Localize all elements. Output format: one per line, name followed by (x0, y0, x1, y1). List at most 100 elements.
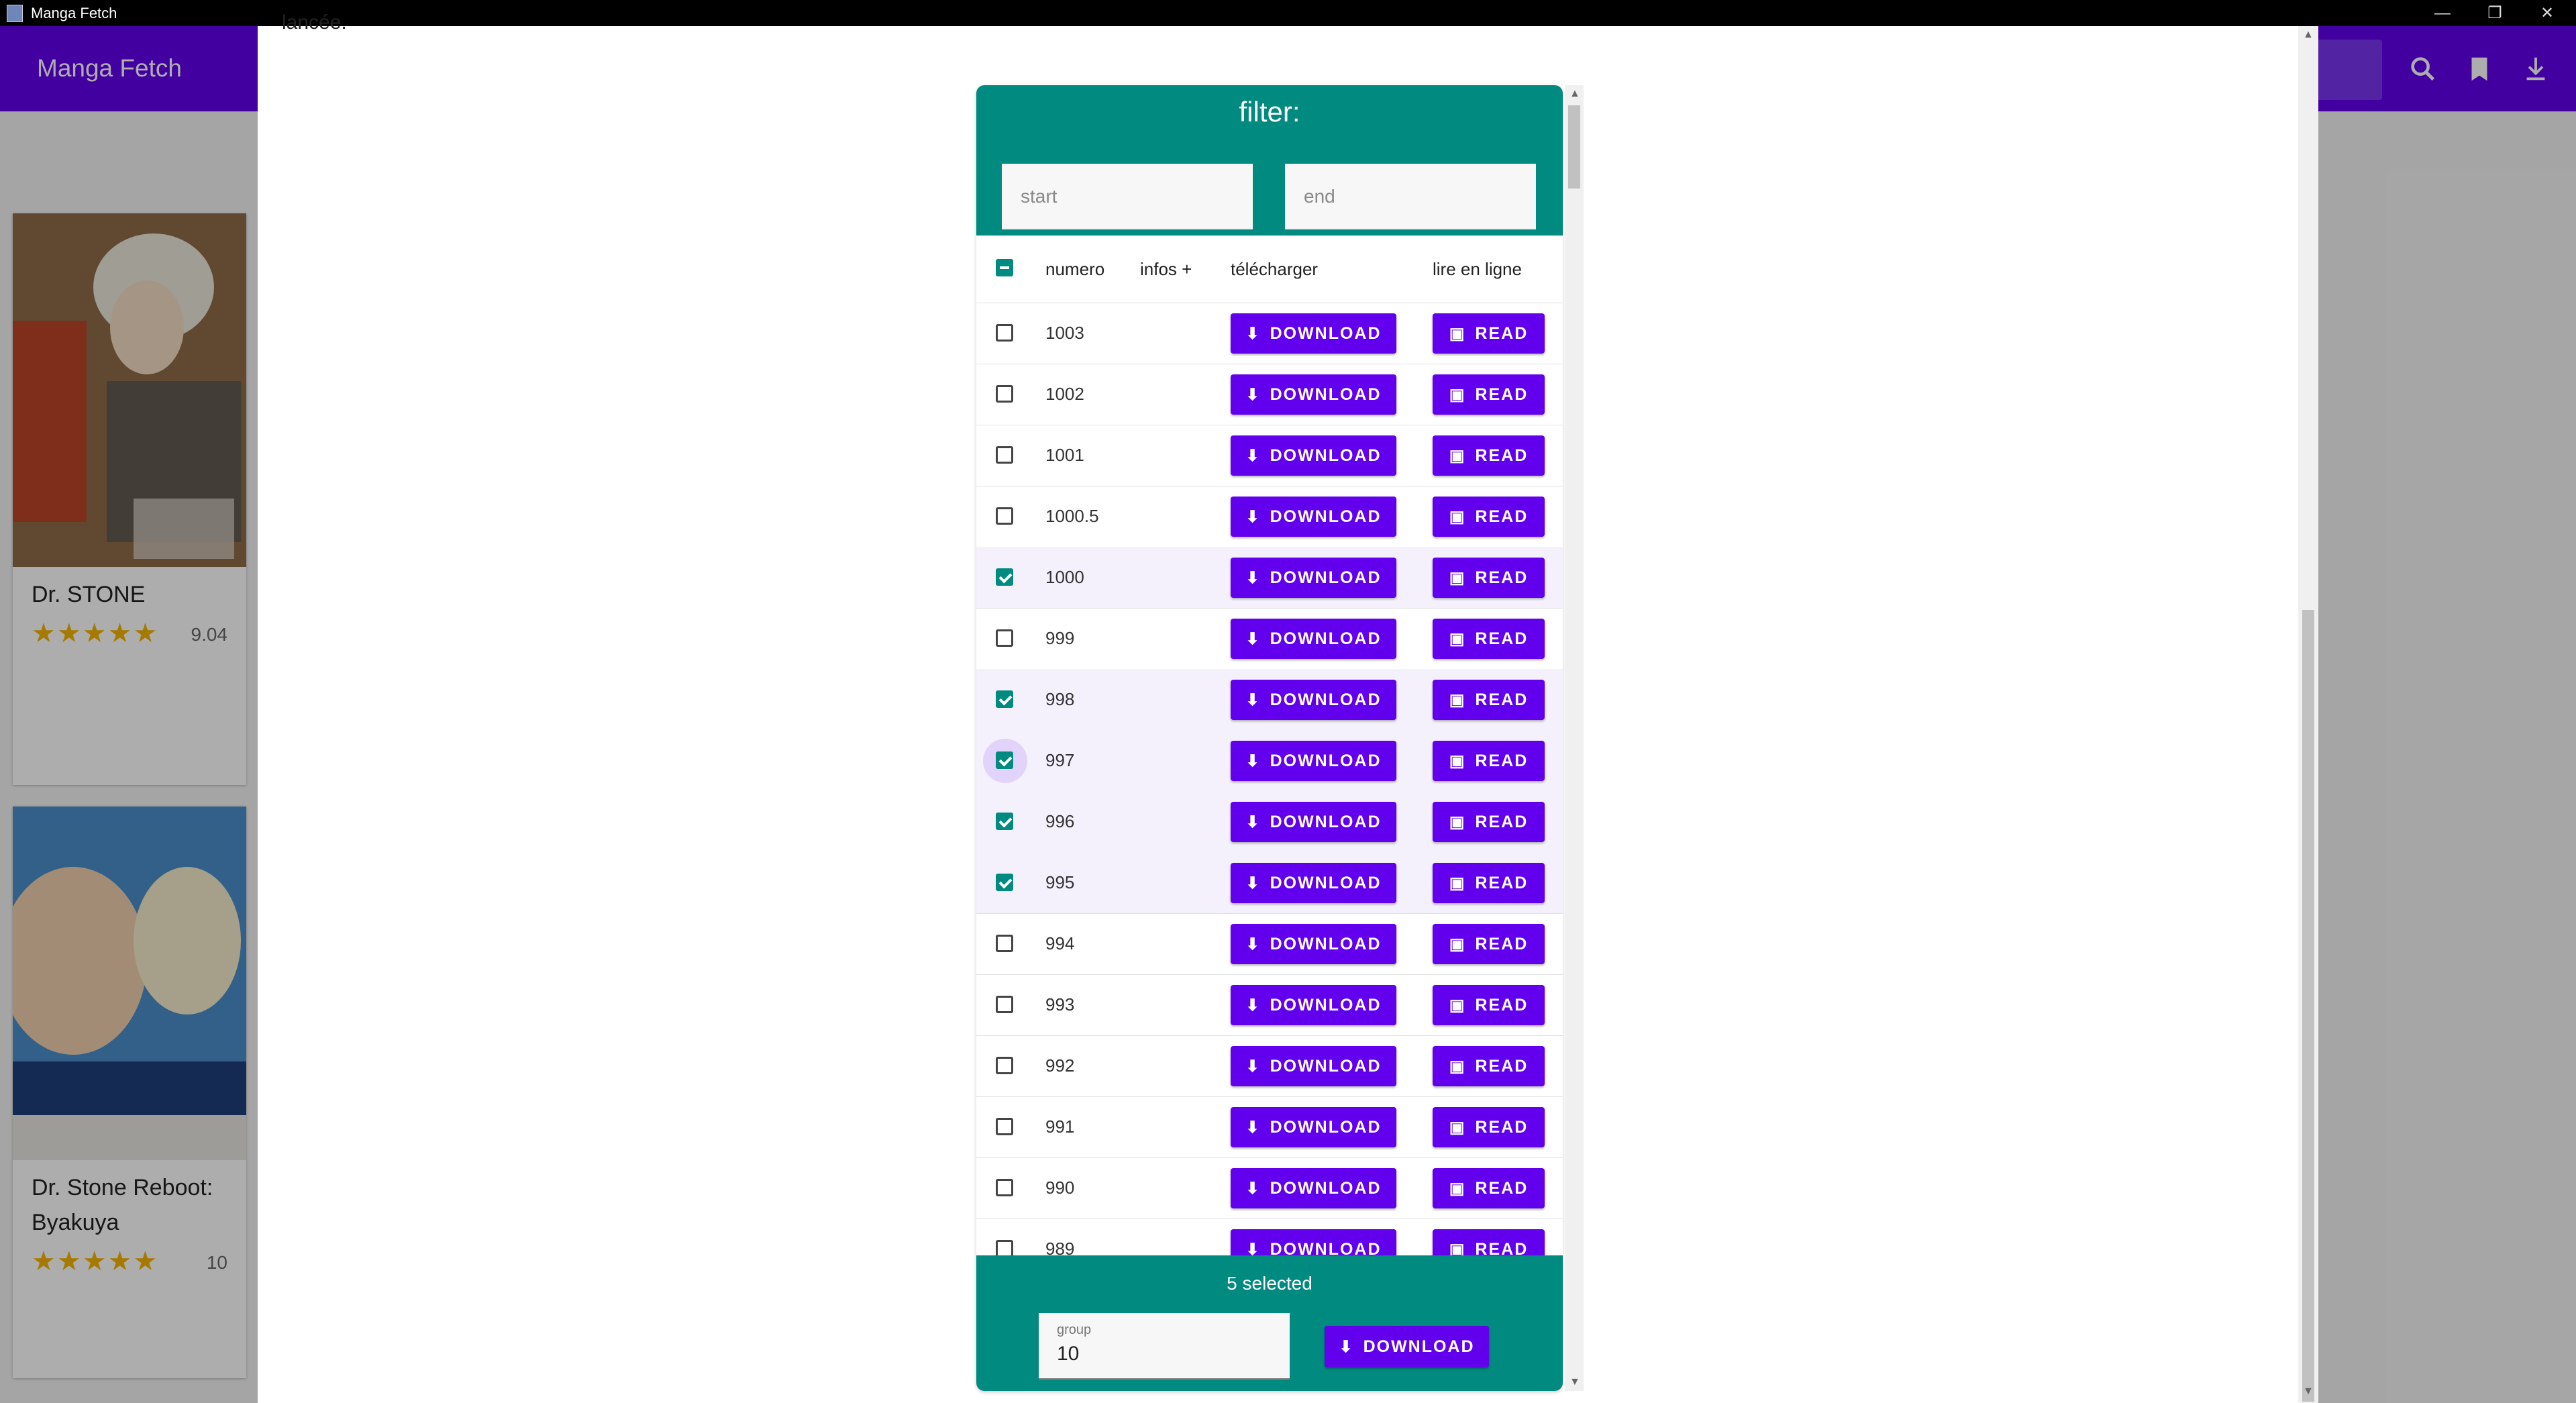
minimize-button[interactable]: — (2414, 0, 2471, 26)
group-value[interactable]: 10 (1057, 1343, 1079, 1365)
read-button[interactable]: ▣ READ (1433, 374, 1545, 415)
chapter-row[interactable]: 1003 ⬇ DOWNLOAD ▣ READ (976, 303, 1563, 364)
chapter-row[interactable]: 994 ⬇ DOWNLOAD ▣ READ (976, 913, 1563, 975)
download-button[interactable]: ⬇ DOWNLOAD (1231, 1168, 1396, 1208)
start-field[interactable] (1002, 164, 1253, 230)
start-input[interactable] (1002, 164, 1253, 229)
chapter-number: 996 (1045, 811, 1075, 831)
chapter-row[interactable]: 1000.5 ⬇ DOWNLOAD ▣ READ (976, 486, 1563, 548)
row-checkbox[interactable] (996, 996, 1013, 1013)
download-button[interactable]: ⬇ DOWNLOAD (1231, 558, 1396, 598)
read-button[interactable]: ▣ READ (1433, 619, 1545, 659)
download-button[interactable]: ⬇ DOWNLOAD (1231, 863, 1396, 903)
chapter-row[interactable]: 996 ⬇ DOWNLOAD ▣ READ (976, 791, 1563, 853)
end-input[interactable] (1285, 164, 1536, 229)
read-button[interactable]: ▣ READ (1433, 435, 1545, 476)
download-button[interactable]: ⬇ DOWNLOAD (1231, 1046, 1396, 1086)
header-read-online: lire en ligne (1433, 259, 1522, 279)
select-all-checkbox[interactable] (996, 259, 1013, 276)
filter-header: filter: (976, 85, 1563, 236)
chapter-row[interactable]: 1001 ⬇ DOWNLOAD ▣ READ (976, 425, 1563, 486)
read-label: READ (1475, 446, 1529, 465)
header-number[interactable]: numero (1045, 259, 1104, 280)
download-button[interactable]: ⬇ DOWNLOAD (1231, 313, 1396, 354)
book-icon: ▣ (1449, 874, 1466, 892)
close-button[interactable]: ✕ (2518, 0, 2576, 26)
row-checkbox[interactable] (996, 935, 1013, 952)
download-label: DOWNLOAD (1270, 690, 1382, 709)
read-button[interactable]: ▣ READ (1433, 1046, 1545, 1086)
read-button[interactable]: ▣ READ (1433, 680, 1545, 720)
row-checkbox[interactable] (996, 507, 1013, 525)
maximize-button[interactable]: ❐ (2466, 0, 2524, 26)
chapter-row[interactable]: 991 ⬇ DOWNLOAD ▣ READ (976, 1096, 1563, 1158)
download-button[interactable]: ⬇ DOWNLOAD (1231, 985, 1396, 1025)
read-button[interactable]: ▣ READ (1433, 802, 1545, 842)
read-label: READ (1475, 812, 1529, 831)
chapter-row[interactable]: 995 ⬇ DOWNLOAD ▣ READ (976, 852, 1563, 914)
chapter-row[interactable]: 1000 ⬇ DOWNLOAD ▣ READ (976, 547, 1563, 609)
row-checkbox[interactable] (996, 568, 1013, 586)
read-button[interactable]: ▣ READ (1433, 1107, 1545, 1147)
row-checkbox[interactable] (996, 1118, 1013, 1135)
read-label: READ (1475, 690, 1529, 709)
read-button[interactable]: ▣ READ (1433, 1168, 1545, 1208)
row-checkbox[interactable] (996, 813, 1013, 830)
read-button[interactable]: ▣ READ (1433, 313, 1545, 354)
chapter-row[interactable]: 992 ⬇ DOWNLOAD ▣ READ (976, 1035, 1563, 1097)
row-checkbox[interactable] (996, 629, 1013, 647)
download-button[interactable]: ⬇ DOWNLOAD (1231, 680, 1396, 720)
download-button[interactable]: ⬇ DOWNLOAD (1231, 619, 1396, 659)
download-button[interactable]: ⬇ DOWNLOAD (1231, 435, 1396, 476)
chapter-row[interactable]: 999 ⬇ DOWNLOAD ▣ READ (976, 608, 1563, 670)
read-button[interactable]: ▣ READ (1433, 863, 1545, 903)
scroll-down-arrow[interactable]: ▼ (1569, 1376, 1580, 1388)
chapter-row[interactable]: 997 ⬇ DOWNLOAD ▣ READ (976, 730, 1563, 792)
download-button[interactable]: ⬇ DOWNLOAD (1231, 802, 1396, 842)
download-icon: ⬇ (1245, 996, 1261, 1015)
download-icon: ⬇ (1245, 751, 1261, 770)
scroll-up-arrow[interactable]: ▲ (2303, 29, 2314, 41)
scroll-up-arrow[interactable]: ▲ (1569, 88, 1580, 100)
row-checkbox[interactable] (996, 874, 1013, 891)
row-checkbox[interactable] (996, 324, 1013, 342)
download-button[interactable]: ⬇ DOWNLOAD (1231, 924, 1396, 964)
window-titlebar: Manga Fetch — ❐ ✕ (0, 0, 2576, 26)
group-field[interactable]: group 10 (1039, 1313, 1290, 1380)
row-checkbox[interactable] (996, 1057, 1013, 1074)
download-button[interactable]: ⬇ DOWNLOAD (1231, 741, 1396, 781)
read-button[interactable]: ▣ READ (1433, 985, 1545, 1025)
dialog-scroll-thumb[interactable] (2302, 610, 2314, 1402)
dialog-scrollbar[interactable]: ▲ ▼ (2298, 26, 2318, 1403)
row-checkbox[interactable] (996, 1179, 1013, 1196)
chapter-row[interactable]: 993 ⬇ DOWNLOAD ▣ READ (976, 974, 1563, 1036)
panel-scroll-thumb[interactable] (1568, 105, 1580, 189)
chapter-number: 999 (1045, 628, 1075, 648)
read-button[interactable]: ▣ READ (1433, 741, 1545, 781)
row-checkbox[interactable] (996, 751, 1013, 769)
row-checkbox[interactable] (996, 385, 1013, 403)
read-label: READ (1475, 1178, 1529, 1198)
read-button[interactable]: ▣ READ (1433, 558, 1545, 598)
download-label: DOWNLOAD (1270, 384, 1382, 404)
header-info: infos + (1140, 259, 1192, 279)
scroll-down-arrow[interactable]: ▼ (2303, 1386, 2314, 1398)
row-checkbox[interactable] (996, 690, 1013, 708)
read-label: READ (1475, 1056, 1529, 1076)
chapter-row[interactable]: 990 ⬇ DOWNLOAD ▣ READ (976, 1157, 1563, 1219)
download-icon: ⬇ (1245, 385, 1261, 404)
download-button[interactable]: ⬇ DOWNLOAD (1231, 497, 1396, 537)
book-icon: ▣ (1449, 324, 1466, 343)
download-button[interactable]: ⬇ DOWNLOAD (1231, 1107, 1396, 1147)
end-field[interactable] (1285, 164, 1536, 230)
filter-panel: filter: numero infos + télécharger lire … (976, 85, 1563, 1391)
read-button[interactable]: ▣ READ (1433, 924, 1545, 964)
download-selected-button[interactable]: ⬇ DOWNLOAD (1325, 1326, 1489, 1367)
panel-scrollbar[interactable]: ▲ ▼ (1565, 85, 1584, 1391)
chapter-number: 1003 (1045, 323, 1084, 343)
read-button[interactable]: ▣ READ (1433, 497, 1545, 537)
download-button[interactable]: ⬇ DOWNLOAD (1231, 374, 1396, 415)
chapter-row[interactable]: 998 ⬇ DOWNLOAD ▣ READ (976, 669, 1563, 731)
row-checkbox[interactable] (996, 446, 1013, 464)
chapter-row[interactable]: 1002 ⬇ DOWNLOAD ▣ READ (976, 364, 1563, 425)
